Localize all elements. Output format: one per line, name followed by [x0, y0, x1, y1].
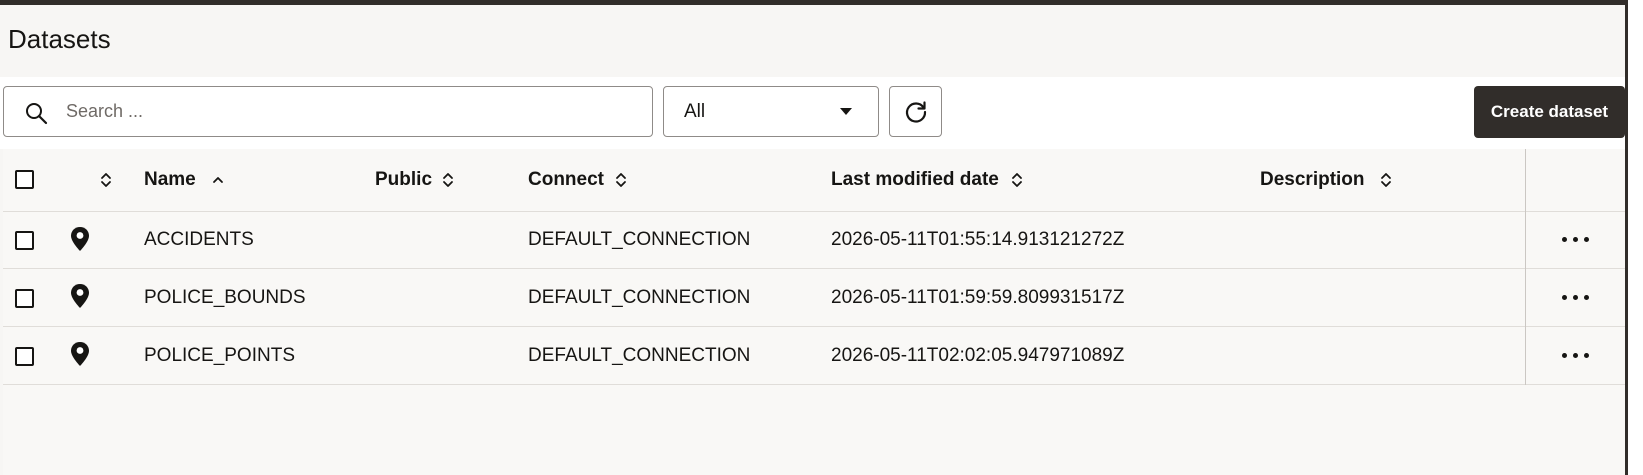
sort-last-modified-icon[interactable]: [1011, 171, 1023, 189]
cell-name[interactable]: ACCIDENTS: [144, 229, 254, 251]
more-actions-button[interactable]: [1558, 341, 1594, 369]
cell-name[interactable]: POLICE_BOUNDS: [144, 287, 306, 309]
cell-connect: DEFAULT_CONNECTION: [528, 345, 751, 366]
top-bar: [0, 0, 1643, 5]
map-pin-icon: [71, 284, 89, 308]
cell-last-modified: 2026-05-11T01:59:59.809931517Z: [831, 287, 1125, 308]
right-edge-divider: [1625, 0, 1628, 475]
filter-value: All: [684, 101, 706, 122]
sort-public-icon[interactable]: [442, 171, 454, 189]
refresh-icon: [905, 101, 927, 123]
column-header-description[interactable]: Description: [1260, 169, 1365, 191]
table-row[interactable]: ACCIDENTS DEFAULT_CONNECTION 2026-05-11T…: [3, 211, 1625, 269]
icon-column-sort-icon[interactable]: [100, 171, 112, 189]
sort-description-icon[interactable]: [1380, 171, 1392, 189]
column-header-last-modified[interactable]: Last modified date: [831, 169, 999, 191]
search-icon: [26, 103, 48, 125]
filter-select[interactable]: All: [663, 86, 879, 137]
search-box[interactable]: [3, 86, 653, 137]
sort-connect-icon[interactable]: [615, 171, 627, 189]
cell-last-modified: 2026-05-11T01:55:14.913121272Z: [831, 229, 1125, 250]
row-checkbox[interactable]: [15, 231, 34, 250]
column-header-connect[interactable]: Connect: [528, 169, 604, 191]
table-row[interactable]: POLICE_BOUNDS DEFAULT_CONNECTION 2026-05…: [3, 269, 1625, 327]
create-dataset-button[interactable]: Create dataset: [1474, 86, 1625, 138]
column-header-public[interactable]: Public: [375, 169, 432, 191]
cell-connect: DEFAULT_CONNECTION: [528, 229, 751, 250]
search-input[interactable]: [66, 88, 636, 135]
select-all-checkbox[interactable]: [15, 170, 34, 189]
table-row[interactable]: POLICE_POINTS DEFAULT_CONNECTION 2026-05…: [3, 327, 1625, 385]
row-checkbox[interactable]: [15, 289, 34, 308]
refresh-button[interactable]: [889, 86, 942, 137]
cell-name[interactable]: POLICE_POINTS: [144, 345, 295, 367]
page-title: Datasets: [8, 24, 111, 54]
cell-connect: DEFAULT_CONNECTION: [528, 287, 751, 308]
sort-ascending-icon[interactable]: [212, 171, 224, 189]
column-header-name[interactable]: Name: [144, 169, 196, 191]
table-header: Name Public Connect Last modified date D…: [3, 149, 1625, 212]
map-pin-icon: [71, 342, 89, 366]
more-actions-button[interactable]: [1558, 283, 1594, 311]
more-actions-button[interactable]: [1558, 225, 1594, 253]
caret-down-icon: [840, 108, 852, 115]
map-pin-icon: [71, 227, 89, 251]
row-checkbox[interactable]: [15, 347, 34, 366]
actions-column-divider: [1525, 149, 1526, 385]
cell-last-modified: 2026-05-11T02:02:05.947971089Z: [831, 345, 1125, 366]
